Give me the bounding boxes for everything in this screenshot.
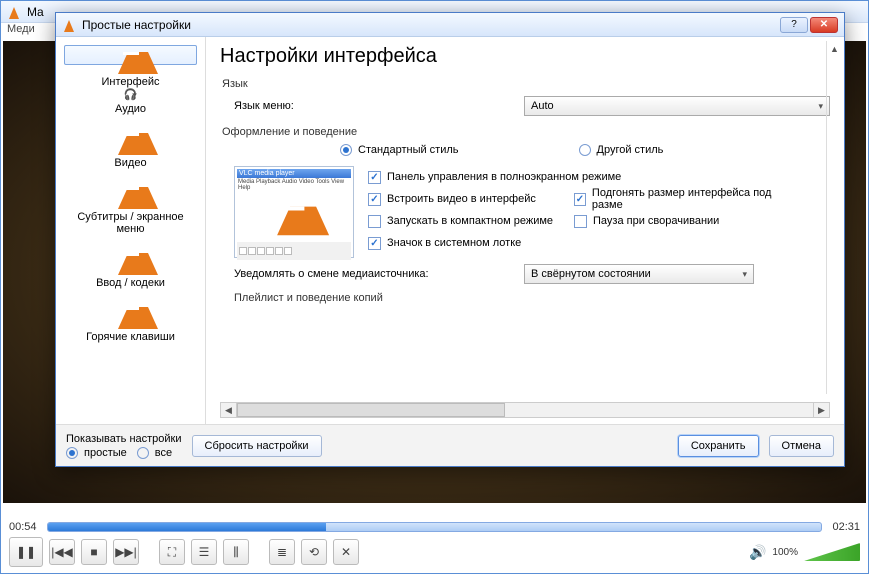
next-button[interactable]: ▶▶| xyxy=(113,539,139,565)
section-playlist: Плейлист и поведение копий xyxy=(234,292,830,304)
chk-systray-icon[interactable]: Значок в системном лотке xyxy=(368,232,784,254)
category-interface[interactable]: Интерфейс xyxy=(64,45,197,65)
cancel-button[interactable]: Отмена xyxy=(769,435,834,457)
volume-percent: 100% xyxy=(772,547,798,558)
style-preview: VLC media player Media Playback Audio Vi… xyxy=(234,166,354,258)
time-total: 02:31 xyxy=(832,521,860,533)
cone-icon xyxy=(118,301,144,329)
category-audio[interactable]: 🎧 Аудио xyxy=(64,67,197,119)
chk-fullscreen-controller[interactable]: Панель управления в полноэкранном режиме xyxy=(368,166,784,188)
playlist-button[interactable]: ≣ xyxy=(269,539,295,565)
category-label: Аудио xyxy=(115,103,146,115)
prev-button[interactable]: |◀◀ xyxy=(49,539,75,565)
scroll-up-icon[interactable]: ▲ xyxy=(827,41,842,57)
lang-select[interactable]: Auto xyxy=(524,96,830,116)
play-pause-button[interactable]: ❚❚ xyxy=(9,537,43,567)
horizontal-scrollbar[interactable]: ◀ ▶ xyxy=(220,402,830,418)
cone-icon xyxy=(118,46,144,74)
category-list: Интерфейс 🎧 Аудио Видео Субтитры / экран… xyxy=(56,37,206,424)
notify-label: Уведомлять о смене медиаисточника: xyxy=(234,268,514,280)
player-controls: ❚❚ |◀◀ ■ ▶▶| ⛶ ☰ ⫼ ≣ ⟲ ✕ 🔊 100% xyxy=(9,537,860,567)
chk-compact-mode[interactable]: Запускать в компактном режиме xyxy=(368,210,568,232)
category-label: Видео xyxy=(114,157,146,169)
help-button[interactable]: ? xyxy=(780,17,808,33)
speaker-icon[interactable]: 🔊 xyxy=(749,544,766,561)
lang-label: Язык меню: xyxy=(234,100,514,112)
vertical-scrollbar[interactable]: ▲ xyxy=(826,41,842,394)
category-subtitles[interactable]: Субтитры / экранное меню xyxy=(64,175,197,239)
chk-embed-video[interactable]: Встроить видео в интерфейс xyxy=(368,188,568,210)
category-hotkeys[interactable]: Горячие клавиши xyxy=(64,295,197,347)
time-current: 00:54 xyxy=(9,521,37,533)
show-settings-label: Показывать настройки xyxy=(66,433,182,445)
timeline-row: 00:54 02:31 xyxy=(9,521,860,533)
category-video[interactable]: Видео xyxy=(64,121,197,173)
volume-slider[interactable] xyxy=(804,543,860,561)
headphones-icon: 🎧 xyxy=(116,71,146,101)
save-button[interactable]: Сохранить xyxy=(678,435,759,457)
category-label: Горячие клавиши xyxy=(86,331,175,343)
fullscreen-button[interactable]: ⛶ xyxy=(159,539,185,565)
radio-standard-style[interactable]: Стандартный стиль xyxy=(340,144,459,156)
scroll-left-icon[interactable]: ◀ xyxy=(221,403,237,417)
shuffle-button[interactable]: ✕ xyxy=(333,539,359,565)
category-label: Субтитры / экранное меню xyxy=(67,211,194,235)
seek-slider[interactable] xyxy=(47,522,823,532)
notify-select[interactable]: В свёрнутом состоянии xyxy=(524,264,754,284)
settings-heading: Настройки интерфейса xyxy=(220,45,830,68)
category-label: Ввод / кодеки xyxy=(96,277,165,289)
cone-icon xyxy=(118,247,144,275)
close-button[interactable]: ✕ xyxy=(810,17,838,33)
preferences-dialog: Простые настройки ? ✕ Интерфейс 🎧 Аудио … xyxy=(55,12,845,467)
cone-icon xyxy=(118,181,144,209)
dialog-title: Простые настройки xyxy=(82,18,191,32)
scroll-thumb[interactable] xyxy=(237,403,505,417)
reset-button[interactable]: Сбросить настройки xyxy=(192,435,322,457)
radio-simple[interactable]: простые xyxy=(66,447,127,459)
radio-other-style[interactable]: Другой стиль xyxy=(579,144,664,156)
vlc-logo-icon xyxy=(7,5,21,19)
section-look: Оформление и поведение xyxy=(222,126,830,138)
vlc-logo-icon xyxy=(62,18,76,32)
loop-button[interactable]: ⟲ xyxy=(301,539,327,565)
chk-resize-interface[interactable]: Подгонять размер интерфейса под разме xyxy=(574,188,784,210)
section-language: Язык xyxy=(222,78,830,90)
category-input[interactable]: Ввод / кодеки xyxy=(64,241,197,293)
scroll-right-icon[interactable]: ▶ xyxy=(813,403,829,417)
dialog-titlebar: Простые настройки ? ✕ xyxy=(56,13,844,37)
main-title-text: Ma xyxy=(27,5,44,19)
settings-panel: Настройки интерфейса Язык Язык меню: Aut… xyxy=(206,37,844,424)
dialog-footer: Показывать настройки простые все Сбросит… xyxy=(56,424,844,466)
chk-pause-minimize[interactable]: Пауза при сворачивании xyxy=(574,210,784,232)
ext-settings-button[interactable]: ☰ xyxy=(191,539,217,565)
stop-button[interactable]: ■ xyxy=(81,539,107,565)
cone-icon xyxy=(118,127,144,155)
equalizer-button[interactable]: ⫼ xyxy=(223,539,249,565)
radio-all[interactable]: все xyxy=(137,447,172,459)
